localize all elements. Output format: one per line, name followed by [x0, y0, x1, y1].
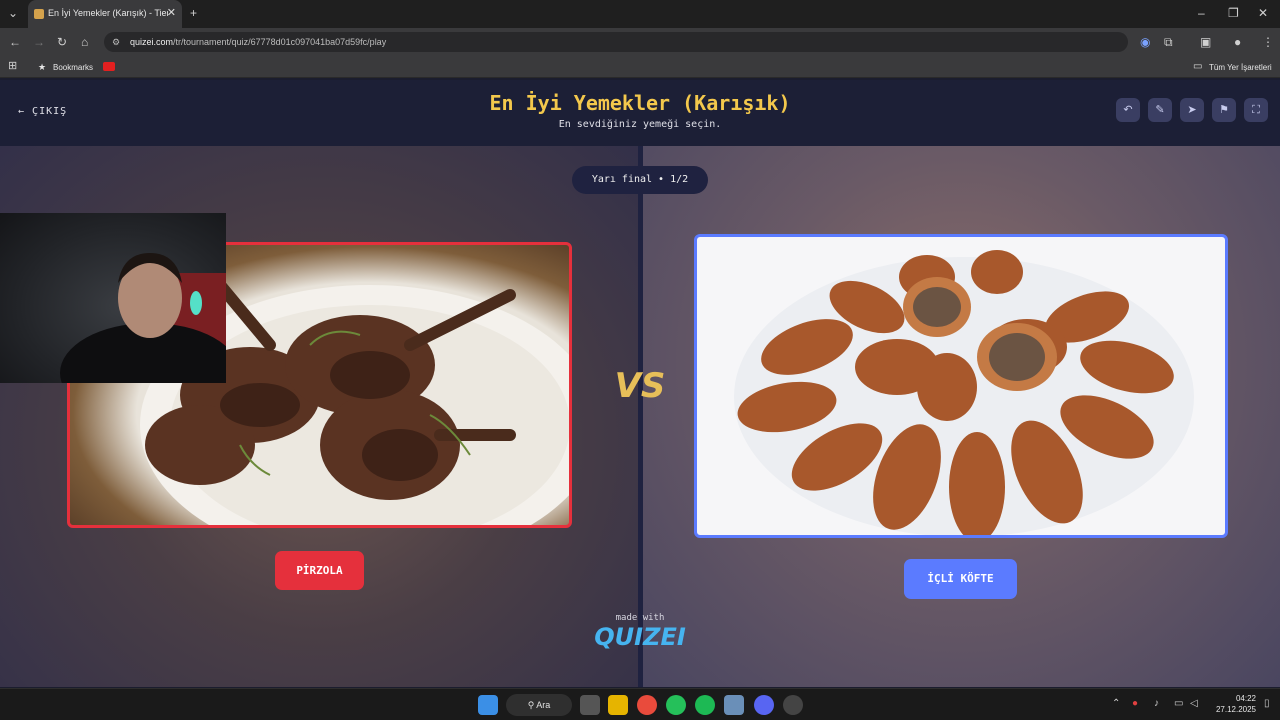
minimize-icon[interactable]: –	[1198, 6, 1205, 20]
obs-icon[interactable]	[783, 695, 803, 715]
bookmarks-folder[interactable]: Bookmarks	[53, 63, 93, 72]
clock[interactable]: 04:22 27.12.2025	[1208, 693, 1256, 715]
spotify-icon[interactable]	[695, 695, 715, 715]
extensions-icon[interactable]: ⧉	[1164, 35, 1173, 50]
site-info-icon[interactable]: ⚙	[112, 37, 120, 48]
menu-icon[interactable]: ⋮	[1262, 35, 1274, 49]
network-icon[interactable]: ▭	[1174, 698, 1183, 709]
clock-time: 04:22	[1235, 694, 1256, 703]
icli-kofte-illustration	[734, 250, 1194, 535]
browser-tab-bar: ⌄ En İyi Yemekler (Karışık) - Tier L ✕ +…	[0, 0, 1280, 28]
webcam-overlay	[0, 213, 226, 383]
tab-favicon	[34, 9, 44, 19]
center-divider	[638, 146, 643, 687]
tray-app-icon[interactable]: ●	[1132, 698, 1138, 709]
file-explorer-icon[interactable]	[608, 695, 628, 715]
chrome-icon[interactable]	[637, 695, 657, 715]
browser-tab[interactable]: En İyi Yemekler (Karışık) - Tier L ✕	[28, 0, 182, 28]
star-icon: ★	[38, 62, 47, 72]
right-option-image[interactable]	[694, 234, 1228, 538]
screenshot-icon[interactable]: ▣	[1200, 35, 1211, 49]
bookmarks-bar: ⊞ ★ Bookmarks ▭ Tüm Yer İşaretleri	[0, 56, 1280, 78]
task-view-icon[interactable]	[580, 695, 600, 715]
volume-icon[interactable]: ◁	[1190, 698, 1198, 709]
flag-icon[interactable]: ⚑	[1212, 98, 1236, 122]
window-close-icon[interactable]: ✕	[1258, 6, 1268, 20]
undo-icon[interactable]: ↶	[1116, 98, 1140, 122]
clock-date: 27.12.2025	[1215, 705, 1256, 714]
all-bookmarks[interactable]: Tüm Yer İşaretleri	[1209, 63, 1272, 72]
quizei-logo[interactable]: QUIZEI	[590, 623, 690, 651]
quiz-header: ← ÇIKIŞ En İyi Yemekler (Karışık) En sev…	[0, 80, 1280, 146]
microphone-icon[interactable]: ♪	[1154, 698, 1159, 709]
folder-icon: ▭	[1193, 61, 1203, 72]
url-text[interactable]: quizei.com/tr/tournament/quiz/67778d01c0…	[130, 37, 386, 47]
left-option-button[interactable]: PİRZOLA	[275, 551, 364, 590]
home-icon[interactable]: ⌂	[81, 35, 88, 49]
tab-title: En İyi Yemekler (Karışık) - Tier L	[48, 8, 168, 18]
apps-icon[interactable]: ⊞	[8, 59, 17, 72]
url-path: /tr/tournament/quiz/67778d01c097041ba07d…	[173, 37, 387, 47]
discord-icon[interactable]	[754, 695, 774, 715]
right-option-button[interactable]: İÇLİ KÖFTE	[904, 559, 1017, 599]
app-icon[interactable]	[724, 695, 744, 715]
notifications-icon[interactable]: ▯	[1264, 698, 1270, 709]
edit-icon[interactable]: ✎	[1148, 98, 1172, 122]
whatsapp-icon[interactable]	[666, 695, 686, 715]
restore-icon[interactable]: ❐	[1228, 6, 1239, 20]
exit-button[interactable]: ← ÇIKIŞ	[18, 106, 67, 117]
arrow-left-icon: ←	[18, 106, 33, 117]
forward-icon[interactable]: →	[33, 35, 45, 49]
vs-emblem: VS	[614, 366, 666, 406]
back-icon[interactable]: ←	[9, 35, 21, 49]
search-icon: ⚲	[527, 700, 537, 710]
new-tab-icon[interactable]: +	[190, 6, 197, 20]
round-badge: Yarı final • 1/2	[572, 166, 708, 194]
made-with-label: made with	[615, 613, 665, 623]
page-subtitle: En sevdiğiniz yemeği seçin.	[558, 119, 722, 130]
url-host: quizei.com	[130, 37, 174, 47]
share-icon[interactable]: ➤	[1180, 98, 1204, 122]
fullscreen-icon[interactable]: ⛶	[1244, 98, 1268, 122]
exit-label: ÇIKIŞ	[32, 106, 68, 117]
reload-icon[interactable]: ↻	[57, 35, 67, 49]
taskbar: ⚲ Ara ⌃ ● ♪ ▭ ◁ 04:22 27.12.2025 ▯	[0, 688, 1280, 720]
tab-close-icon[interactable]: ✕	[167, 6, 176, 19]
search-label: Ara	[536, 700, 551, 710]
start-icon[interactable]	[478, 695, 498, 715]
webcam-person	[60, 253, 226, 383]
quiz-page: ← ÇIKIŞ En İyi Yemekler (Karışık) En sev…	[0, 80, 1280, 687]
youtube-icon[interactable]	[103, 62, 115, 71]
tray-chevron-icon[interactable]: ⌃	[1112, 698, 1120, 709]
profile-icon[interactable]: ●	[1234, 35, 1241, 49]
tab-list-icon[interactable]: ⌄	[8, 6, 18, 20]
media-icon[interactable]: ◉	[1140, 35, 1150, 49]
page-title: En İyi Yemekler (Karışık)	[489, 91, 791, 115]
taskbar-search[interactable]: ⚲ Ara	[506, 694, 572, 716]
